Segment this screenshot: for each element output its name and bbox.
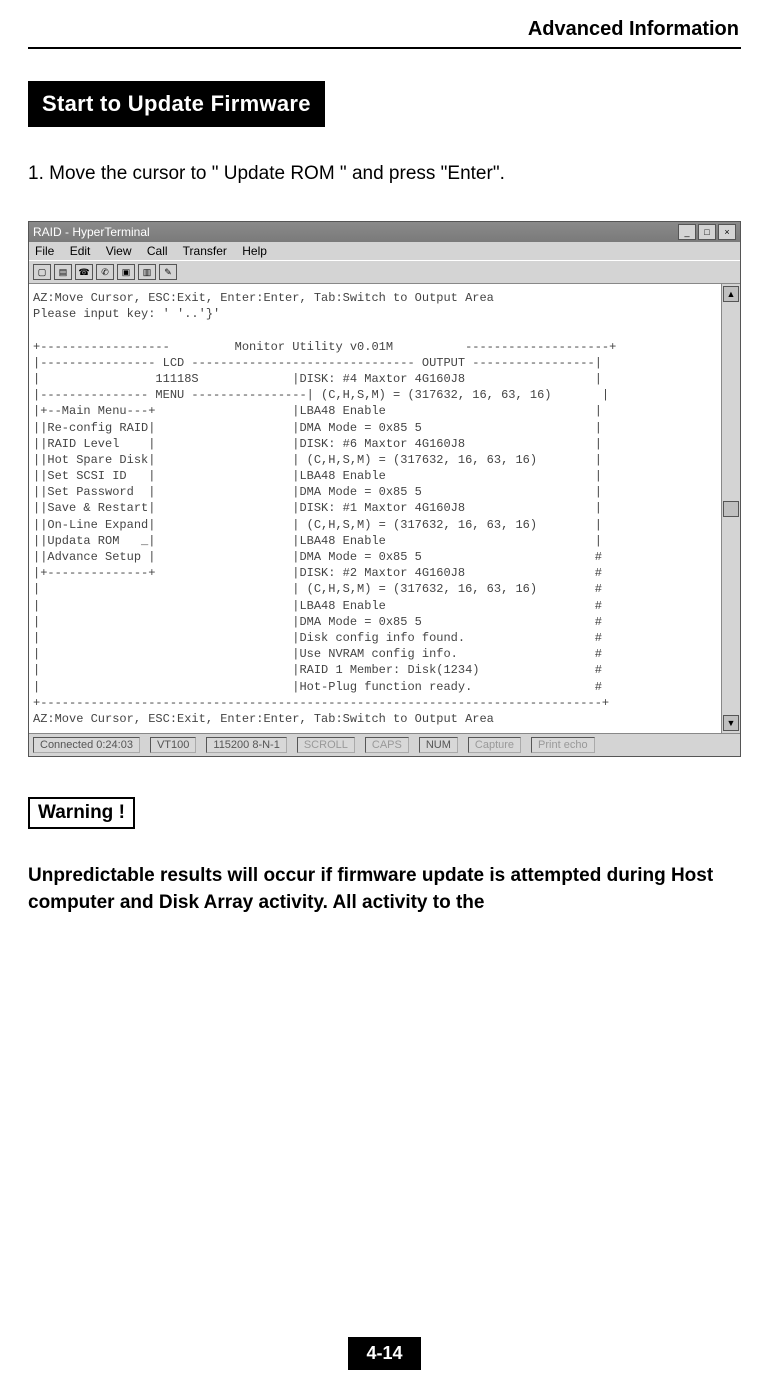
- toolbar-open-icon[interactable]: ▤: [54, 264, 72, 280]
- step-1-text: 1. Move the cursor to " Update ROM " and…: [28, 163, 741, 185]
- status-terminal: VT100: [150, 737, 196, 753]
- scroll-up-icon[interactable]: ▲: [723, 286, 739, 302]
- status-caps: CAPS: [365, 737, 409, 753]
- toolbar-disconnect-icon[interactable]: ✆: [96, 264, 114, 280]
- status-num: NUM: [419, 737, 458, 753]
- toolbar-receive-icon[interactable]: ▥: [138, 264, 156, 280]
- status-baud: 115200 8-N-1: [206, 737, 286, 753]
- menu-file[interactable]: File: [35, 244, 54, 258]
- header-rule: [28, 47, 741, 49]
- warning-body-text: Unpredictable results will occur if firm…: [28, 863, 741, 916]
- page-footer: 4-14: [0, 1337, 769, 1370]
- terminal-output: AZ:Move Cursor, ESC:Exit, Enter:Enter, T…: [29, 284, 721, 733]
- toolbar-properties-icon[interactable]: ✎: [159, 264, 177, 280]
- menu-call[interactable]: Call: [147, 244, 168, 258]
- menu-transfer[interactable]: Transfer: [183, 244, 227, 258]
- warning-label-box: Warning !: [28, 797, 135, 829]
- menu-edit[interactable]: Edit: [70, 244, 91, 258]
- window-title: RAID - HyperTerminal: [33, 225, 150, 239]
- scroll-down-icon[interactable]: ▼: [723, 715, 739, 731]
- vertical-scrollbar[interactable]: ▲ ▼: [721, 284, 740, 733]
- menu-view[interactable]: View: [106, 244, 132, 258]
- menu-help[interactable]: Help: [242, 244, 267, 258]
- page-number: 4-14: [348, 1337, 420, 1370]
- close-icon[interactable]: ×: [718, 224, 736, 240]
- toolbar-new-icon[interactable]: ▢: [33, 264, 51, 280]
- hyperterminal-window: RAID - HyperTerminal _ □ × File Edit Vie…: [28, 221, 741, 757]
- menu-bar: File Edit View Call Transfer Help: [29, 242, 740, 260]
- minimize-icon[interactable]: _: [678, 224, 696, 240]
- status-printecho: Print echo: [531, 737, 595, 753]
- window-titlebar: RAID - HyperTerminal _ □ ×: [29, 222, 740, 242]
- section-heading: Start to Update Firmware: [28, 81, 325, 127]
- scroll-thumb[interactable]: [723, 501, 739, 517]
- toolbar-send-icon[interactable]: ▣: [117, 264, 135, 280]
- status-capture: Capture: [468, 737, 521, 753]
- status-bar: Connected 0:24:03 VT100 115200 8-N-1 SCR…: [29, 733, 740, 756]
- toolbar-connect-icon[interactable]: ☎: [75, 264, 93, 280]
- maximize-icon[interactable]: □: [698, 224, 716, 240]
- status-scroll: SCROLL: [297, 737, 355, 753]
- header-chapter-title: Advanced Information: [28, 18, 741, 41]
- status-connected: Connected 0:24:03: [33, 737, 140, 753]
- toolbar: ▢ ▤ ☎ ✆ ▣ ▥ ✎: [29, 260, 740, 284]
